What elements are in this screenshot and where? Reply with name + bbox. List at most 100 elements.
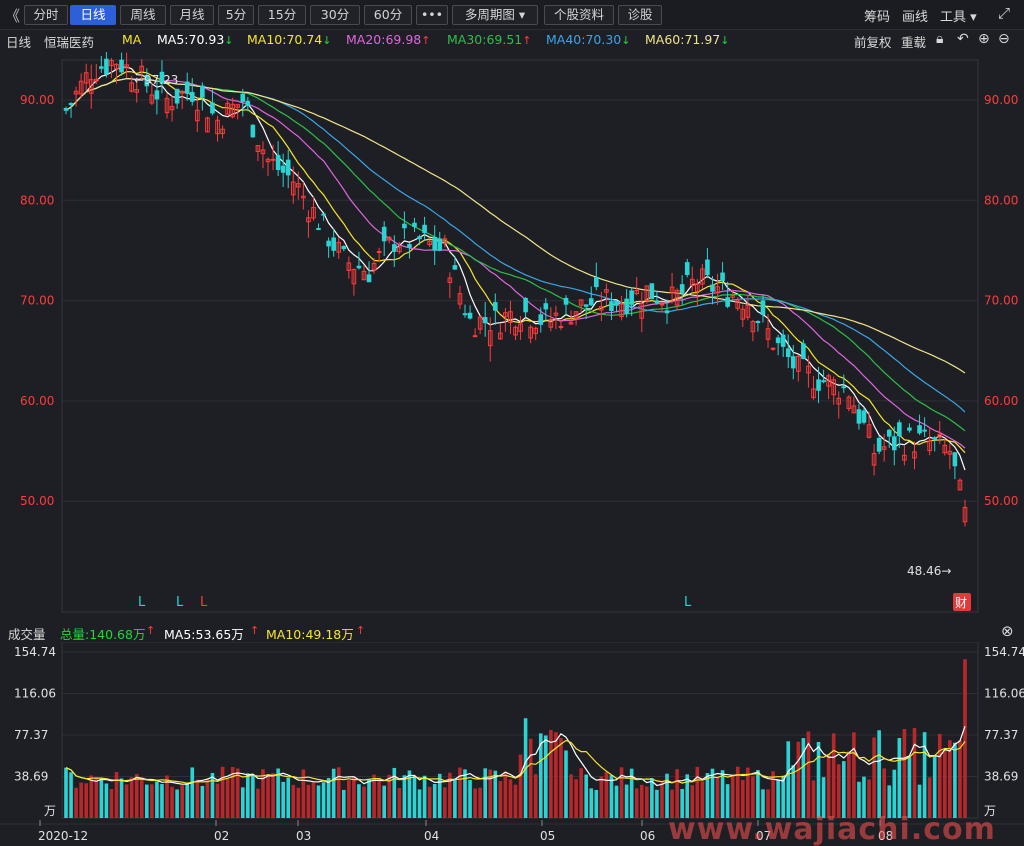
volume-bar [554, 732, 558, 818]
period-button-7[interactable]: 60分 [364, 5, 412, 25]
arrow-down-icon: ↓ [720, 34, 730, 47]
period-button-5[interactable]: 15分 [258, 5, 306, 25]
price-tick-left: 90.00 [20, 93, 54, 107]
candle [184, 72, 190, 101]
candle [63, 106, 69, 115]
candle [457, 285, 463, 309]
candle [321, 213, 326, 221]
volume-title[interactable]: 成交量 [8, 624, 46, 643]
candle [836, 391, 842, 419]
ma-line-10 [65, 70, 966, 454]
candle [513, 325, 518, 341]
candle [644, 285, 650, 304]
signal-mark[interactable]: L [684, 595, 692, 610]
candle [432, 225, 437, 265]
candlestick-chart[interactable]: 90.00 80.00 70.00 60.00 50.00 90.00 80.00 70.0… [0, 52, 1024, 622]
ma-label[interactable]: MA [122, 32, 141, 47]
volume-bar [639, 784, 644, 818]
stock-name[interactable]: 恒瑞医药 [44, 32, 94, 51]
date-tick: 03 [296, 829, 311, 843]
candle [119, 52, 124, 76]
volume-bar [498, 781, 503, 818]
candle [169, 95, 175, 122]
volume-bar [104, 783, 109, 818]
signal-mark[interactable]: L [138, 595, 146, 610]
candle [492, 293, 498, 325]
volume-tick-left: 38.69 [14, 769, 48, 783]
candle [341, 245, 347, 252]
volume-bar [134, 774, 139, 818]
candle [498, 323, 503, 340]
volume-bar [544, 735, 548, 818]
period-button-0[interactable]: 分时 [24, 5, 68, 25]
period-button-9[interactable]: 多周期图 ▾ [452, 5, 538, 25]
candle [326, 237, 331, 258]
candle [629, 287, 634, 316]
candle [250, 123, 256, 138]
lock-icon[interactable]: 🔒︎ [936, 31, 943, 47]
volume-bar [826, 754, 831, 818]
undo-icon[interactable]: ↶ [957, 31, 969, 47]
candle [381, 221, 387, 256]
arrow-down-icon: ↓ [322, 34, 332, 47]
period-button-6[interactable]: 30分 [310, 5, 360, 25]
back-icon[interactable]: 《 [5, 5, 20, 26]
period-button-4[interactable]: 5分 [218, 5, 254, 25]
period-button-3[interactable]: 月线 [170, 5, 214, 25]
volume-bar [432, 784, 437, 818]
candle [619, 295, 624, 321]
candle [189, 78, 195, 106]
tools-menu[interactable]: 工具 ▾ [940, 6, 977, 25]
candle [578, 299, 584, 314]
period-button-2[interactable]: 周线 [120, 5, 166, 25]
candle [462, 304, 468, 318]
volume-bar [796, 741, 801, 818]
candle [684, 258, 690, 278]
candle [275, 141, 281, 177]
volume-bar [609, 775, 614, 818]
volume-ma10: MA10:49.18万 [266, 627, 354, 642]
zoom-in-icon[interactable]: ⊕ [978, 31, 990, 47]
period-button-11[interactable]: 诊股 [618, 5, 662, 25]
adjust-mode[interactable]: 前复权 [854, 32, 892, 51]
candle [351, 268, 357, 296]
arrow-up-icon: ↑ [421, 34, 431, 47]
ma-item-0: MA5:70.93↓ [157, 32, 234, 47]
candle [518, 315, 523, 340]
period-button-8[interactable]: ••• [416, 5, 448, 25]
overlay-button[interactable]: 重载 [901, 32, 926, 51]
candle [104, 52, 109, 78]
signal-mark[interactable]: L [176, 595, 184, 610]
volume-bar [357, 784, 361, 818]
volume-bar [291, 784, 296, 818]
draw-button[interactable]: 画线 [902, 6, 928, 25]
price-tick-right: 70.00 [984, 294, 1018, 308]
volume-bar [589, 788, 594, 818]
candle [68, 102, 74, 118]
candle [780, 329, 786, 357]
chips-button[interactable]: 筹码 [864, 6, 890, 25]
candle [543, 297, 549, 321]
volume-bar [170, 786, 174, 818]
candle [528, 324, 533, 344]
candle [588, 286, 594, 307]
finance-badge[interactable]: 财 [953, 593, 971, 611]
candle [902, 446, 907, 466]
volume-bar [412, 775, 417, 818]
candle [195, 98, 200, 132]
candle [816, 366, 821, 404]
close-icon[interactable]: ⊗ [1001, 622, 1014, 640]
price-tick-right: 60.00 [984, 394, 1018, 408]
ma-line-5 [65, 66, 966, 471]
period-button-10[interactable]: 个股资料 [544, 5, 614, 25]
signal-mark[interactable]: L [200, 595, 208, 610]
expand-icon[interactable]: ⤢ [998, 4, 1010, 22]
volume-bar [852, 732, 856, 818]
candle [700, 263, 705, 290]
volume-bar [261, 769, 265, 818]
ma-item-3: MA30:69.51↑ [447, 32, 531, 47]
volume-total: 总量:140.68万 [60, 627, 146, 642]
zoom-out-icon[interactable]: ⊖ [998, 31, 1010, 47]
period-button-1[interactable]: 日线 [70, 5, 116, 25]
volume-tick-left: 77.37 [14, 728, 48, 742]
